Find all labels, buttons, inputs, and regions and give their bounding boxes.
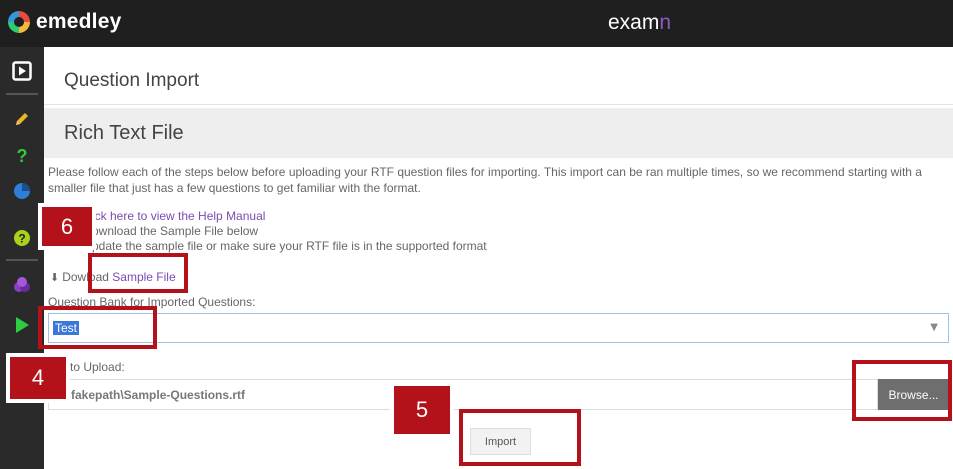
help-manual-link[interactable]: ick here to view the Help Manual [92, 209, 265, 223]
step-update-text: pdate the sample file or make sure your … [92, 239, 487, 253]
annotation-box-browse [852, 360, 952, 421]
title-divider [44, 104, 953, 105]
sidebar-divider [6, 259, 38, 261]
file-path-value: fakepath\Sample-Questions.rtf [71, 388, 246, 402]
file-path-input[interactable]: fakepath\Sample-Questions.rtf [48, 379, 878, 410]
annotation-box-sample-file [88, 253, 188, 293]
intro-text: Please follow each of the steps below be… [48, 165, 922, 195]
play-icon[interactable] [0, 55, 44, 87]
question-icon[interactable]: ? [0, 140, 44, 172]
section-header: Rich Text File [44, 108, 953, 158]
pencil-icon[interactable] [0, 103, 44, 135]
step-download-text: ownload the Sample File below [92, 224, 259, 238]
brand-main: exam [608, 11, 660, 34]
annotation-badge-6: 6 [38, 203, 96, 250]
annotation-box-bank-select [38, 306, 157, 349]
chevron-down-icon[interactable]: ▼ [930, 322, 938, 333]
layers-icon[interactable] [0, 269, 44, 301]
download-prefix: Dow [62, 270, 87, 284]
file-upload-label: to Upload: [70, 360, 125, 374]
section-title: Rich Text File [64, 122, 184, 144]
sidebar: ? ? [0, 47, 44, 469]
annotation-badge-4: 4 [6, 353, 70, 403]
product-brand: examn [608, 11, 671, 35]
brand-accent: n [659, 11, 672, 34]
page-title: Question Import [64, 70, 200, 91]
app-logo[interactable]: emedley [8, 10, 121, 34]
logo-mark-icon [8, 11, 30, 33]
download-icon: ⬇ [50, 272, 60, 284]
question-bank-select[interactable]: Test ▼ [48, 313, 949, 343]
top-bar: emedley examn [0, 0, 953, 47]
logo-text: emedley [36, 10, 122, 33]
svg-text:?: ? [18, 232, 25, 246]
steps-list: ick here to view the Help Manual ownload… [92, 209, 487, 254]
sidebar-divider [6, 93, 38, 95]
annotation-box-import [459, 409, 581, 466]
annotation-badge-5: 5 [390, 382, 454, 438]
